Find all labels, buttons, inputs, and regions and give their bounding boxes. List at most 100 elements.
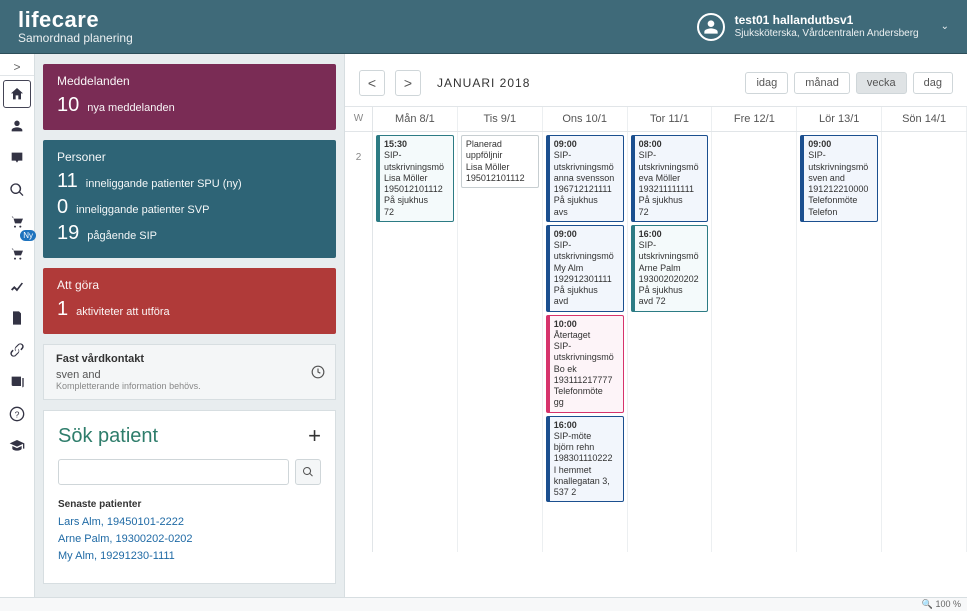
card-meddelanden[interactable]: Meddelanden 10 nya meddelanden bbox=[43, 64, 336, 130]
search-icon bbox=[9, 182, 25, 198]
prev-week-button[interactable]: < bbox=[359, 70, 385, 96]
brand-block: lifecare Samordnad planering bbox=[18, 8, 133, 45]
day-cell[interactable] bbox=[882, 132, 967, 552]
sidebar-item-cart-2[interactable] bbox=[3, 240, 31, 268]
day-cell[interactable] bbox=[712, 132, 797, 552]
card-title: Att göra bbox=[57, 278, 322, 292]
inbox-icon bbox=[9, 150, 25, 166]
day-cell[interactable]: 09:00SIP-utskrivningsmöanna svensson1967… bbox=[543, 132, 628, 552]
senaste-title: Senaste patienter bbox=[58, 499, 321, 510]
sidebar-item-cart[interactable]: Ny bbox=[3, 208, 31, 236]
card-title: Meddelanden bbox=[57, 74, 322, 88]
day-cell[interactable]: Planerad uppföljnirLisa Möller1950121011… bbox=[458, 132, 543, 552]
calendar-event[interactable]: 10:00ÅtertagetSIP-utskrivningsmöBo ek193… bbox=[546, 315, 624, 413]
patient-link[interactable]: My Alm, 19291230-1111 bbox=[58, 550, 321, 562]
calendar-event[interactable]: 16:00SIP-utskrivningsmöArne Palm19300202… bbox=[631, 225, 709, 312]
day-header: Tor 11/1 bbox=[628, 107, 712, 131]
next-week-button[interactable]: > bbox=[395, 70, 421, 96]
calendar-body-row: 2 15:30SIP-utskrivningsmöLisa Möller1950… bbox=[345, 132, 967, 552]
sidebar-collapse-handle[interactable]: > bbox=[0, 58, 34, 76]
user-role: Sjuksköterska, Vårdcentralen Andersberg bbox=[735, 28, 919, 40]
day-header: Lör 13/1 bbox=[797, 107, 881, 131]
home-icon bbox=[9, 86, 25, 102]
cart-icon bbox=[9, 214, 25, 230]
calendar-event[interactable]: Planerad uppföljnirLisa Möller1950121011… bbox=[461, 135, 539, 188]
calendar-event[interactable]: 09:00SIP-utskrivningsmöMy Alm19291230111… bbox=[546, 225, 624, 312]
personer-label-0: inneliggande patienter SPU (ny) bbox=[86, 178, 242, 190]
clock-icon bbox=[311, 365, 325, 382]
sidebar-item-link[interactable] bbox=[3, 336, 31, 364]
dashboard-column: Meddelanden 10 nya meddelanden Personer … bbox=[35, 54, 345, 597]
search-button[interactable] bbox=[295, 459, 321, 485]
meddelanden-count: 10 bbox=[57, 94, 79, 117]
calendar-event[interactable]: 15:30SIP-utskrivningsmöLisa Möller195012… bbox=[376, 135, 454, 222]
sidebar-item-search[interactable] bbox=[3, 176, 31, 204]
card-fast-vardkontakt[interactable]: Fast vårdkontakt sven and Kompletterande… bbox=[43, 344, 336, 400]
newspaper-icon bbox=[9, 374, 25, 390]
document-icon bbox=[9, 310, 25, 326]
sidebar-item-help[interactable]: ? bbox=[3, 400, 31, 428]
view-dag-button[interactable]: dag bbox=[913, 72, 953, 94]
user-menu[interactable]: test01 hallandutbsv1 Sjuksköterska, Vård… bbox=[697, 13, 949, 41]
sidebar-item-education[interactable] bbox=[3, 432, 31, 460]
day-header: Tis 9/1 bbox=[458, 107, 542, 131]
attgora-count: 1 bbox=[57, 298, 68, 321]
graduation-cap-icon bbox=[9, 438, 25, 454]
calendar-header-row: W Mån 8/1 Tis 9/1 Ons 10/1 Tor 11/1 Fre … bbox=[345, 107, 967, 132]
personer-count-1: 0 bbox=[57, 196, 68, 219]
personer-count-2: 19 bbox=[57, 222, 79, 245]
view-manad-button[interactable]: månad bbox=[794, 72, 850, 94]
fast-title: Fast vårdkontakt bbox=[56, 353, 323, 365]
day-header: Ons 10/1 bbox=[543, 107, 627, 131]
view-vecka-button[interactable]: vecka bbox=[856, 72, 907, 94]
sidebar-item-inbox[interactable] bbox=[3, 144, 31, 172]
sidebar-item-document[interactable] bbox=[3, 304, 31, 332]
day-cell[interactable]: 08:00SIP-utskrivningsmöeva Möller1932111… bbox=[628, 132, 713, 552]
calendar-event[interactable]: 08:00SIP-utskrivningsmöeva Möller1932111… bbox=[631, 135, 709, 222]
fast-name: sven and bbox=[56, 369, 323, 381]
search-title: Sök patient bbox=[58, 425, 158, 448]
svg-text:?: ? bbox=[15, 409, 20, 419]
calendar-area: < > JANUARI 2018 idag månad vecka dag W … bbox=[345, 54, 967, 597]
calendar-event[interactable]: 09:00SIP-utskrivningsmöanna svensson1967… bbox=[546, 135, 624, 222]
calendar-toolbar: < > JANUARI 2018 idag månad vecka dag bbox=[345, 54, 967, 106]
fast-note: Kompletterande information behövs. bbox=[56, 381, 323, 391]
brand-subtitle: Samordnad planering bbox=[18, 32, 133, 45]
search-input[interactable] bbox=[58, 459, 289, 485]
calendar-month-label: JANUARI 2018 bbox=[437, 76, 530, 90]
user-icon bbox=[703, 19, 719, 35]
user-name: test01 hallandutbsv1 bbox=[735, 13, 919, 27]
card-attgora[interactable]: Att göra 1 aktiviteter att utföra bbox=[43, 268, 336, 334]
day-header: Sön 14/1 bbox=[882, 107, 966, 131]
personer-label-2: pågående SIP bbox=[87, 230, 157, 242]
status-bar: 🔍 100 % bbox=[0, 597, 967, 611]
search-icon bbox=[302, 466, 314, 478]
patient-link[interactable]: Lars Alm, 19450101-2222 bbox=[58, 516, 321, 528]
view-idag-button[interactable]: idag bbox=[745, 72, 788, 94]
chart-line-icon bbox=[9, 278, 25, 294]
sidebar-item-home[interactable] bbox=[3, 80, 31, 108]
calendar-event[interactable]: 16:00SIP-mötebjörn rehn198301110222I hem… bbox=[546, 416, 624, 503]
chevron-down-icon: ⌄ bbox=[941, 21, 949, 32]
app-header: lifecare Samordnad planering test01 hall… bbox=[0, 0, 967, 54]
card-personer[interactable]: Personer 11 inneliggande patienter SPU (… bbox=[43, 140, 336, 258]
day-header: Mån 8/1 bbox=[373, 107, 457, 131]
calendar-event[interactable]: 09:00SIP-utskrivningsmösven and191212210… bbox=[800, 135, 878, 222]
zoom-indicator: 🔍 100 % bbox=[922, 599, 961, 610]
icon-sidebar: > Ny ? bbox=[0, 54, 35, 597]
user-text: test01 hallandutbsv1 Sjuksköterska, Vård… bbox=[735, 13, 919, 39]
sidebar-item-news[interactable] bbox=[3, 368, 31, 396]
patient-link[interactable]: Arne Palm, 19300202-0202 bbox=[58, 533, 321, 545]
day-cell[interactable]: 09:00SIP-utskrivningsmösven and191212210… bbox=[797, 132, 882, 552]
cart-icon bbox=[9, 246, 25, 262]
avatar bbox=[697, 13, 725, 41]
day-cell[interactable]: 15:30SIP-utskrivningsmöLisa Möller195012… bbox=[373, 132, 458, 552]
calendar-grid: W Mån 8/1 Tis 9/1 Ons 10/1 Tor 11/1 Fre … bbox=[345, 106, 967, 597]
sidebar-item-stats[interactable] bbox=[3, 272, 31, 300]
week-header: W bbox=[345, 107, 373, 131]
help-icon: ? bbox=[9, 406, 25, 422]
sidebar-item-person[interactable] bbox=[3, 112, 31, 140]
personer-label-1: inneliggande patienter SVP bbox=[76, 204, 209, 216]
add-patient-button[interactable]: + bbox=[308, 423, 321, 449]
personer-count-0: 11 bbox=[57, 170, 78, 193]
